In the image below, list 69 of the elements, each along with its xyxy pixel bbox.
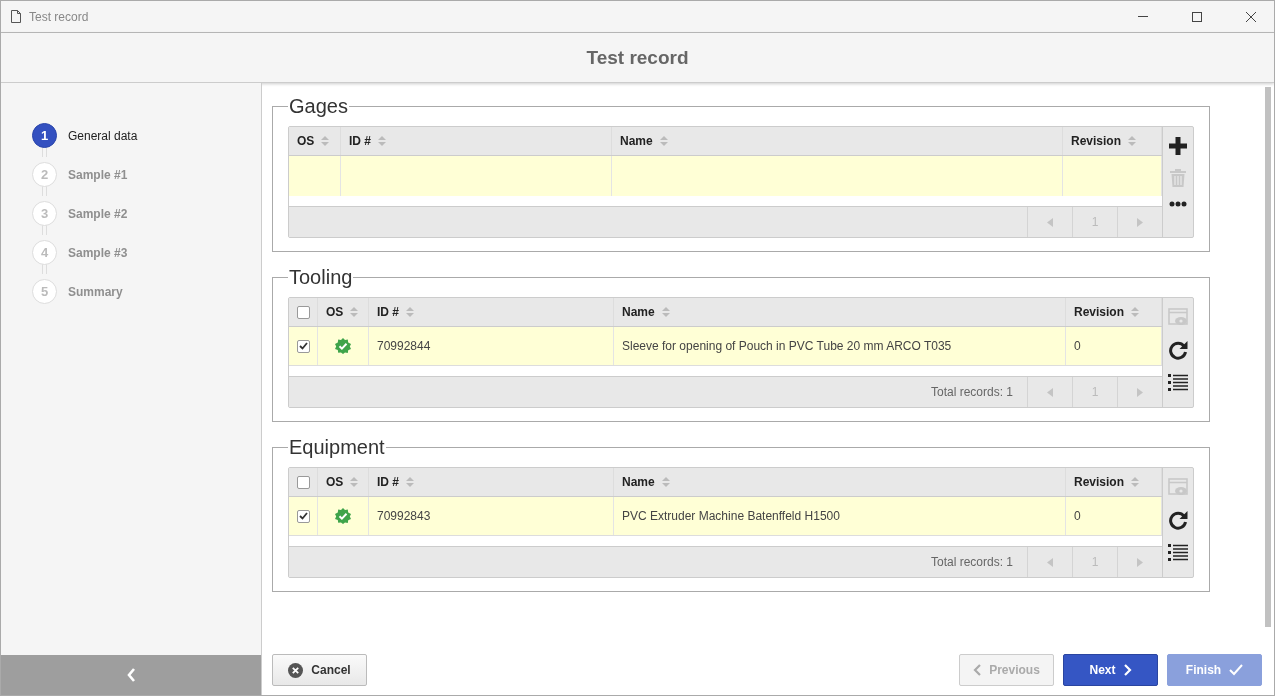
check-badge-icon (335, 508, 351, 524)
check-badge-icon (335, 338, 351, 354)
table-cell: 70992843 (377, 509, 431, 523)
chevron-left-icon[interactable] (126, 667, 136, 683)
next-page-icon[interactable] (1137, 557, 1143, 567)
column-header[interactable]: OS (326, 305, 344, 319)
column-header[interactable]: Name (622, 305, 655, 319)
column-header[interactable]: ID # (349, 134, 371, 148)
row-checkbox[interactable] (296, 339, 310, 353)
document-icon (11, 10, 21, 23)
section-title: Equipment (288, 436, 386, 459)
previous-page-icon[interactable] (1047, 217, 1053, 227)
previous-page-icon[interactable] (1047, 387, 1053, 397)
section-title: Tooling (288, 266, 354, 289)
next-page-icon[interactable] (1137, 387, 1143, 397)
select-all-checkbox[interactable] (296, 305, 310, 319)
previous-page-icon[interactable] (1047, 557, 1053, 567)
column-header[interactable]: OS (297, 134, 315, 148)
sort-icon[interactable] (406, 477, 414, 487)
chevron-left-icon (973, 664, 982, 676)
sort-icon[interactable] (378, 136, 386, 146)
chevron-right-icon (1123, 664, 1132, 676)
sort-icon[interactable] (350, 307, 359, 317)
step-number[interactable]: 1 (32, 123, 57, 148)
table-cell: 0 (1074, 339, 1081, 353)
column-header[interactable]: ID # (377, 475, 399, 489)
next-page-icon[interactable] (1137, 217, 1143, 227)
scrollbar-thumb[interactable] (1265, 87, 1271, 627)
table-cell: 0 (1074, 509, 1081, 523)
sort-icon[interactable] (659, 136, 668, 146)
list-icon[interactable] (1168, 544, 1188, 562)
column-header[interactable]: ID # (377, 305, 399, 319)
refresh-icon[interactable] (1168, 340, 1188, 360)
column-header[interactable]: Revision (1074, 305, 1124, 319)
close-icon[interactable] (1246, 11, 1256, 22)
total-records: Total records: 1 (930, 555, 1013, 569)
column-header[interactable]: OS (326, 475, 344, 489)
checkmark-icon (1229, 664, 1244, 676)
add-icon[interactable] (1169, 137, 1187, 155)
sort-icon[interactable] (1131, 477, 1139, 487)
section-title: Gages (288, 95, 349, 118)
table-cell: 70992844 (377, 339, 431, 353)
sort-icon[interactable] (1128, 136, 1136, 146)
total-records: Total records: 1 (930, 385, 1013, 399)
cancel-button[interactable]: Cancel (272, 654, 367, 686)
select-all-checkbox[interactable] (296, 475, 310, 489)
sort-icon[interactable] (661, 477, 670, 487)
sort-icon[interactable] (1131, 307, 1139, 317)
more-icon[interactable] (1169, 201, 1187, 207)
column-header[interactable]: Name (622, 475, 655, 489)
maximize-icon[interactable] (1192, 11, 1202, 22)
step-label[interactable]: General data (68, 128, 138, 143)
table-cell: Sleeve for opening of Pouch in PVC Tube 20 mm ARCO T035 (622, 339, 952, 353)
row-checkbox[interactable] (296, 509, 310, 523)
window-title: Test record (29, 9, 90, 24)
list-icon[interactable] (1168, 374, 1188, 392)
table-cell: PVC Extruder Machine Batenffeld H1500 (622, 509, 840, 523)
sort-icon[interactable] (321, 136, 330, 146)
column-header[interactable]: Revision (1071, 134, 1121, 148)
sort-icon[interactable] (406, 307, 414, 317)
refresh-icon[interactable] (1168, 510, 1188, 530)
sort-icon[interactable] (350, 477, 359, 487)
page-title: Test record (586, 46, 689, 69)
column-header[interactable]: Revision (1074, 475, 1124, 489)
next-button[interactable]: Next (1063, 654, 1158, 686)
minimize-icon[interactable] (1138, 16, 1148, 17)
close-icon (288, 662, 304, 678)
sort-icon[interactable] (661, 307, 670, 317)
column-header[interactable]: Name (620, 134, 653, 148)
